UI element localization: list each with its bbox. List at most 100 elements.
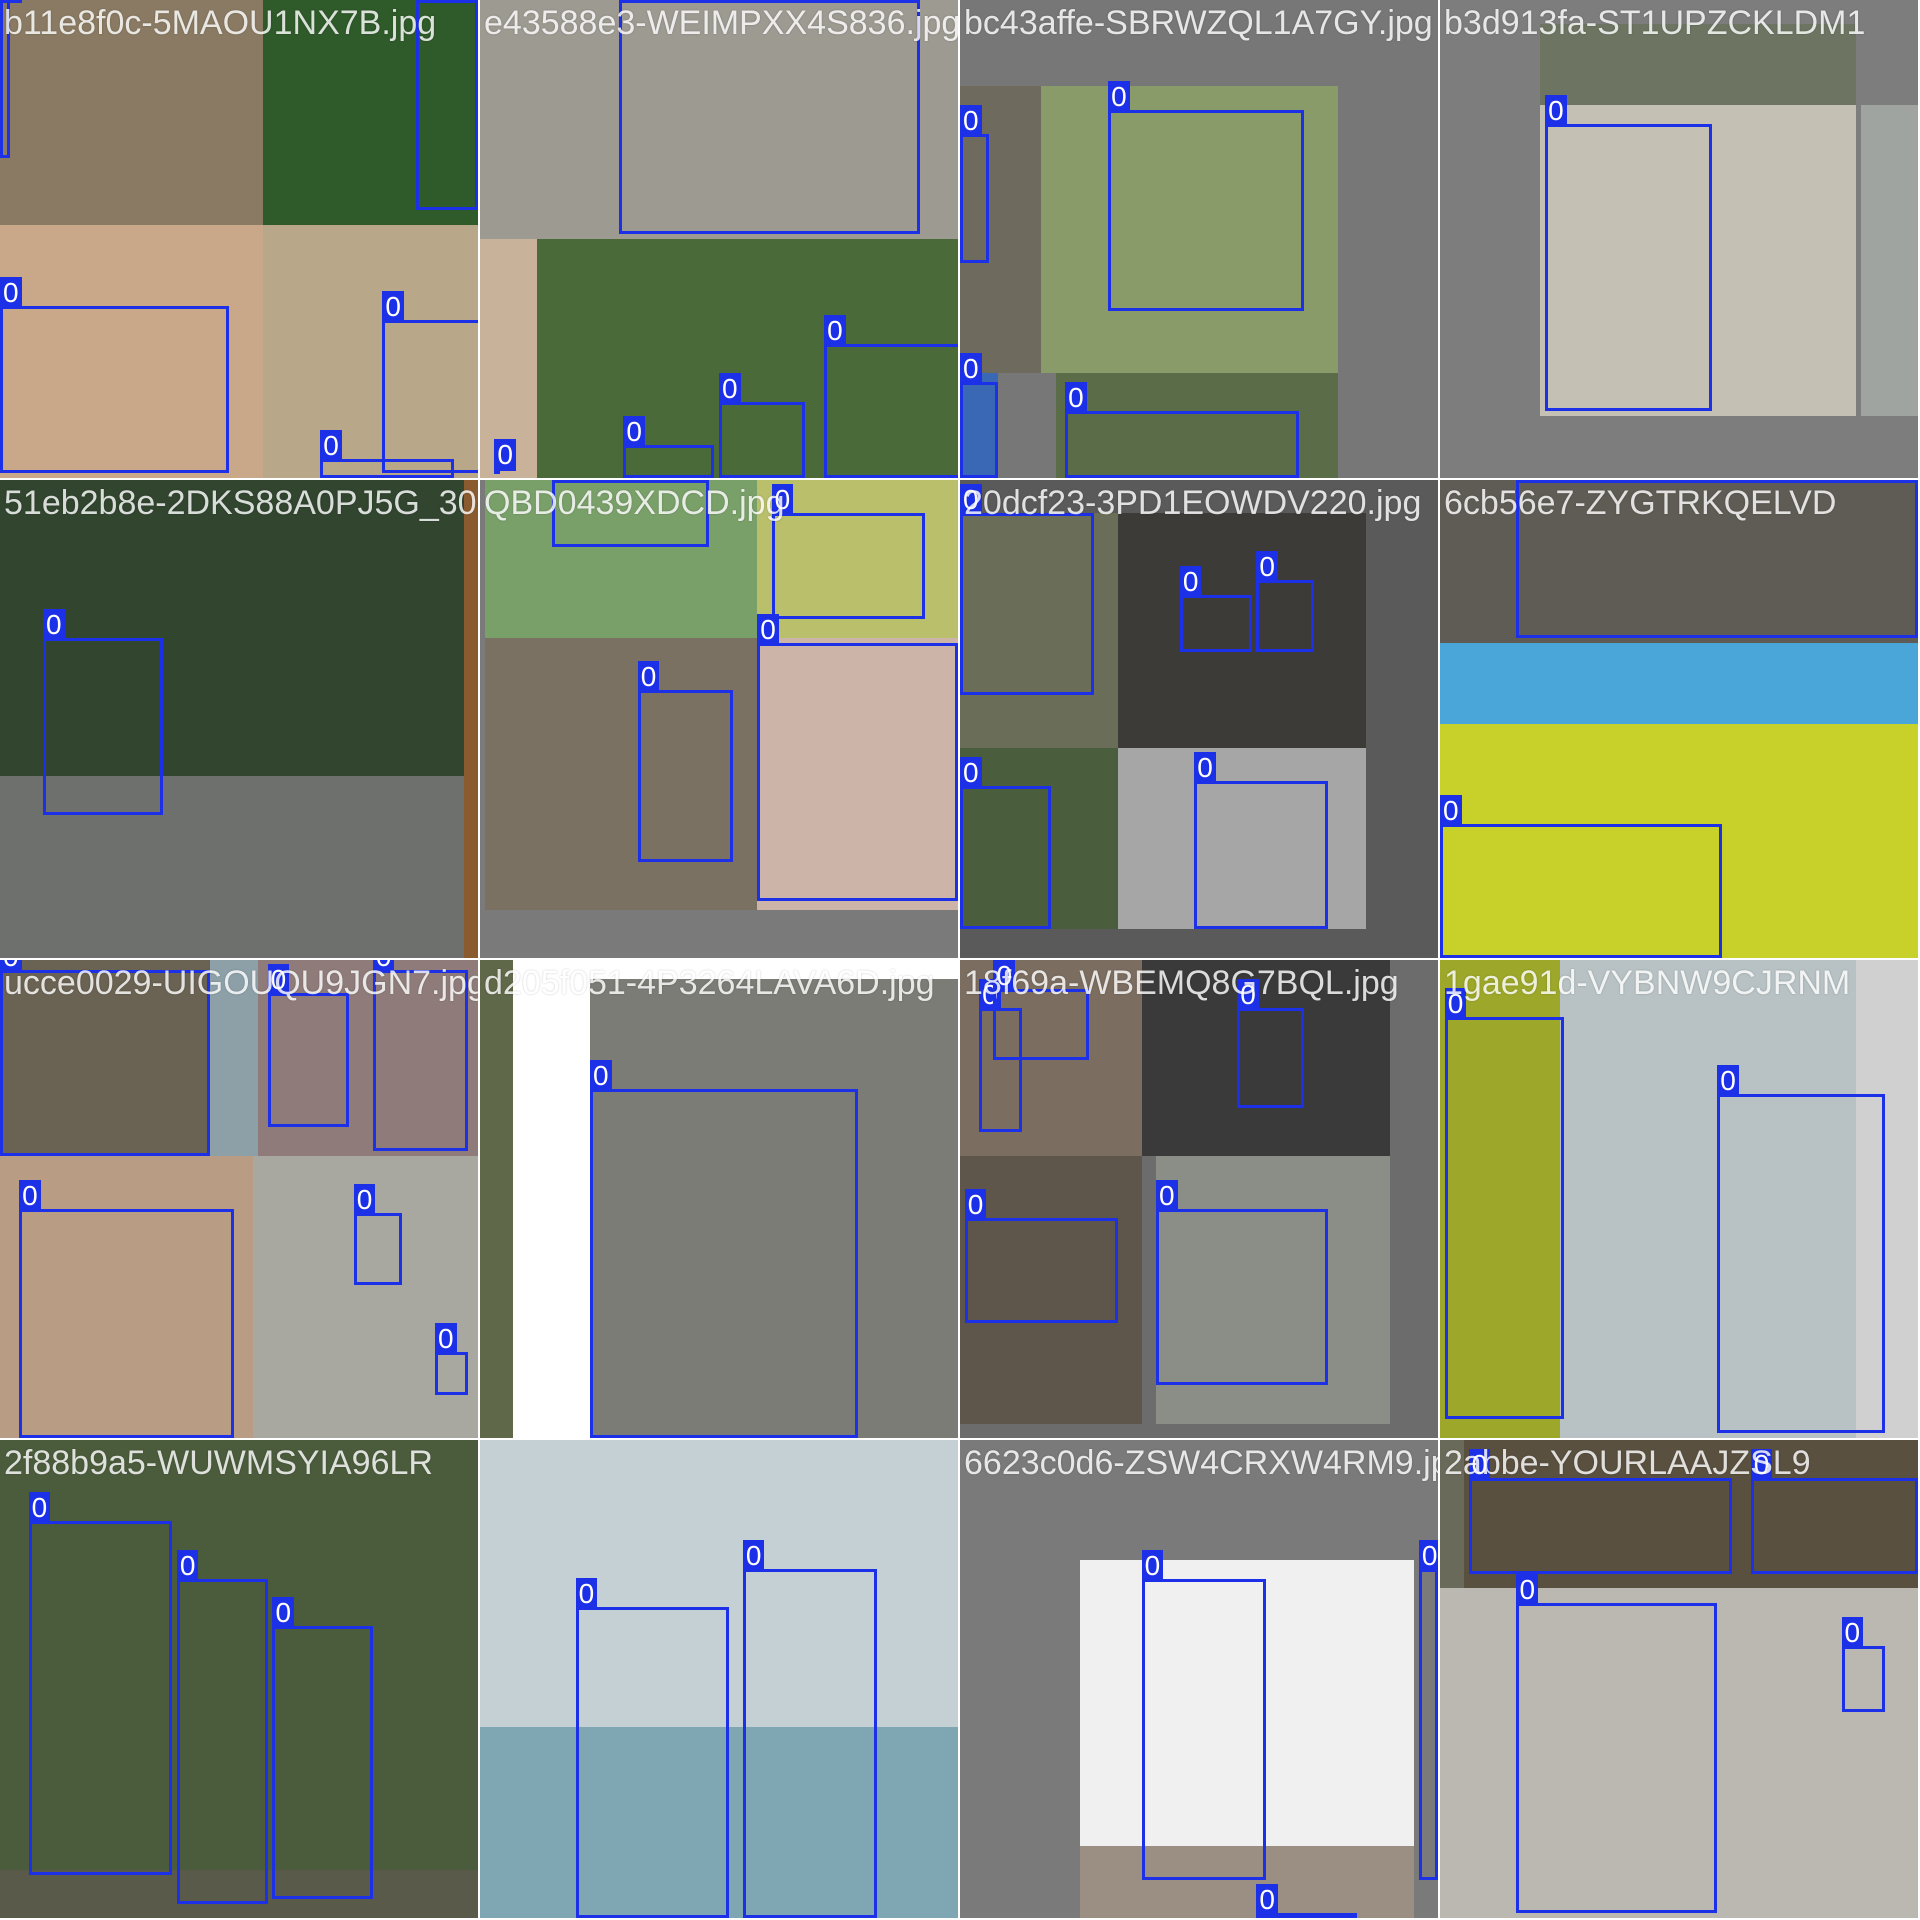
mosaic-tile: 0 0 0 0 2abbe-YOURLAAJZSL9: [1440, 1440, 1920, 1920]
detection-box: 0: [1256, 551, 1314, 653]
mosaic-tile: 00: [480, 1440, 960, 1920]
class-label: 0: [1516, 480, 1539, 483]
detection-box: 0: [960, 484, 1094, 696]
photo-patch: [1440, 642, 1918, 724]
tile-filename: 51eb2b8e-2DKS88A0PJ5G_30c2fa.jpg: [4, 484, 478, 522]
mosaic-tile: 0 b3d913fa-ST1UPZCKLDM1: [1440, 0, 1920, 480]
mosaic-tile: 0001gae91d-VYBNW9CJRNM: [1440, 960, 1920, 1440]
detection-box: 0: [267, 964, 349, 1128]
class-label: 0: [1141, 1549, 1164, 1582]
class-label: 0: [960, 353, 982, 386]
class-label: 0: [719, 372, 741, 405]
detection-box: 0: [589, 1060, 858, 1438]
tile-filename: bc43affe-SBRWZQL1A7GY.jpg: [964, 4, 1433, 42]
class-label: 0: [434, 1322, 457, 1355]
tile-filename: 20dcf23-3PD1EOWDV220.jpg: [964, 484, 1422, 522]
detection-box: 0: [434, 1322, 469, 1395]
class-label: 0: [960, 756, 982, 789]
tile-filename: 2f88b9a5-WUWMSYIA96LR: [4, 1444, 433, 1482]
tile-filename: 6623c0d6-ZSW4CRXW4RM9.jpg: [964, 1444, 1440, 1482]
detection-box: 0: [1750, 1449, 1918, 1574]
class-label: 0: [1155, 1179, 1178, 1212]
mosaic-tile: 0 0 0 0 bc43affe-SBRWZQL1A7GY.jpg: [960, 0, 1440, 480]
detection-box: 0: [1418, 1540, 1438, 1880]
detection-box: 0: [1516, 1573, 1718, 1914]
detection-box: 0: [575, 1578, 729, 1918]
photo-patch: [463, 480, 478, 958]
class-label: 0: [964, 1189, 987, 1222]
detection-box: 0: [1108, 80, 1305, 311]
detection-box: 0: [1237, 978, 1305, 1109]
detection-box: 0: [757, 613, 958, 901]
class-label: 0: [176, 1549, 199, 1582]
mosaic-tile: 000000ucce0029-UIGOUQU9JGN7.jpg: [0, 960, 480, 1440]
class-label: 0: [494, 439, 516, 472]
mosaic-tile: 0 0 0 0 0 20dcf23-3PD1EOWDV220.jpg: [960, 480, 1440, 960]
detection-box: 0: [1141, 1549, 1266, 1880]
class-label: 0: [1194, 752, 1216, 785]
detection-box: 0: [771, 484, 925, 619]
class-label: 0: [1545, 95, 1567, 128]
detection-box: 0: [742, 1540, 877, 1918]
mosaic-tile: 0 d205f051-4P3264LAVA6D.jpg: [480, 960, 960, 1440]
detection-box: 0: [960, 353, 999, 478]
class-label: 0: [1179, 565, 1202, 598]
tile-filename: b11e8f0c-5MAOU1NX7B.jpg: [4, 4, 437, 42]
detection-box: 0: [637, 661, 734, 863]
detection-box: 0: [1256, 1884, 1357, 1918]
class-label: 0: [1516, 1573, 1539, 1606]
detection-box: 0: [1545, 95, 1713, 412]
class-label: 0: [589, 1060, 612, 1093]
class-label: 0: [353, 1184, 376, 1217]
tile-filename: QBD0439XDCD.jpg: [484, 484, 785, 522]
class-label: 0: [28, 1492, 51, 1525]
class-label: 0: [1418, 1540, 1438, 1573]
mosaic-tile: 0 0 0 6623c0d6-ZSW4CRXW4RM9.jpg: [960, 1440, 1440, 1920]
detection-box: 0: [1468, 1449, 1732, 1574]
tile-filename: 6cb56e7-ZYGTRKQELVD: [1444, 484, 1837, 522]
tile-filename: d205f051-4P3264LAVA6D.jpg: [484, 964, 935, 1002]
mosaic-grid: 000000b11e8f0c-5MAOU1NX7B.jpg00000e43588…: [0, 0, 1920, 1920]
class-label: 0: [1717, 1064, 1739, 1097]
class-label: 0: [623, 415, 645, 448]
detection-box: 0: [1717, 1064, 1885, 1434]
detection-box: 0: [320, 429, 455, 478]
class-label: 0: [757, 613, 779, 646]
detection-box: 0: [1179, 565, 1252, 653]
detection-box: 0: [28, 1492, 173, 1875]
tile-filename: b3d913fa-ST1UPZCKLDM1: [1444, 4, 1866, 42]
class-label: 0: [742, 1540, 765, 1573]
class-label: 0: [382, 291, 404, 324]
detection-box: 0: [824, 315, 958, 478]
class-label: 0: [415, 0, 438, 3]
detection-box: 0: [19, 1179, 235, 1438]
class-label: 0: [320, 429, 342, 462]
mosaic-tile: 006cb56e7-ZYGTRKQELVD: [1440, 480, 1920, 960]
mosaic-tile: 0 0 0 2f88b9a5-WUWMSYIA96LR: [0, 1440, 480, 1920]
class-label: 0: [19, 1179, 41, 1212]
tile-filename: ucce0029-UIGOUQU9JGN7.jpg: [4, 964, 480, 1002]
photo-patch: [480, 960, 514, 1438]
class-label: 0: [43, 608, 65, 641]
class-label: 0: [1256, 551, 1278, 584]
class-label: 0: [637, 661, 660, 694]
mosaic-tile: 0000QBD0439XDCD.jpg: [480, 480, 960, 960]
class-label: 0: [618, 0, 641, 3]
class-label: 0: [272, 1597, 295, 1630]
class-label: 0: [1841, 1616, 1864, 1649]
detection-box: 0: [43, 608, 163, 815]
tile-filename: 18f69a-WBEMQ8G7BQL.jpg: [964, 964, 1399, 1002]
detection-box: 0: [176, 1549, 268, 1904]
class-label: 0: [1256, 1884, 1278, 1917]
tile-filename: 2abbe-YOURLAAJZSL9: [1444, 1444, 1811, 1482]
mosaic-tile: 0 51eb2b8e-2DKS88A0PJ5G_30c2fa.jpg: [0, 480, 480, 960]
detection-box: 0: [960, 104, 989, 263]
tile-filename: 1gae91d-VYBNW9CJRNM: [1444, 964, 1851, 1002]
class-label: 0: [0, 0, 22, 3]
detection-box: 0: [1155, 1179, 1329, 1386]
class-label: 0: [575, 1578, 598, 1611]
tile-filename: e43588e3-WEIMPXX4S836.jpg: [484, 4, 960, 42]
detection-box: 0: [960, 756, 1051, 930]
detection-box: 0: [964, 1189, 1118, 1324]
detection-box: 0: [623, 415, 715, 478]
